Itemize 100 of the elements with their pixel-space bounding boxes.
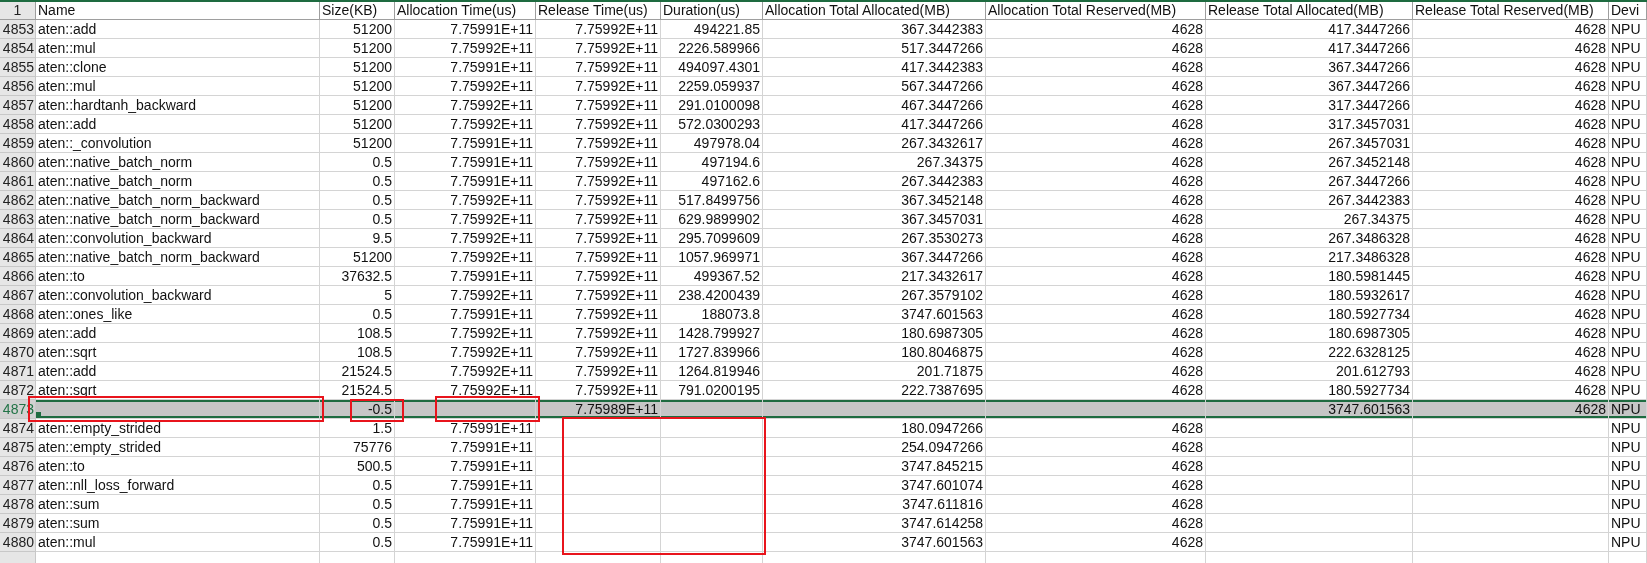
row-header[interactable]: 4862 bbox=[0, 191, 36, 210]
table-cell[interactable]: 51200 bbox=[320, 96, 395, 115]
table-cell[interactable]: 497978.04 bbox=[661, 134, 763, 153]
table-cell[interactable]: 417.3447266 bbox=[1206, 20, 1413, 39]
table-cell[interactable]: aten::convolution_backward bbox=[36, 229, 320, 248]
table-cell[interactable]: 4628 bbox=[986, 324, 1206, 343]
row-header[interactable]: 4869 bbox=[0, 324, 36, 343]
table-cell[interactable]: 4628 bbox=[986, 419, 1206, 438]
row-header[interactable]: 4876 bbox=[0, 457, 36, 476]
table-cell[interactable]: 7.75992E+11 bbox=[536, 153, 661, 172]
table-cell[interactable]: 1428.799927 bbox=[661, 324, 763, 343]
table-cell[interactable]: 317.3457031 bbox=[1206, 115, 1413, 134]
table-cell[interactable]: aten::native_batch_norm bbox=[36, 172, 320, 191]
table-cell[interactable]: aten::to bbox=[36, 267, 320, 286]
table-cell[interactable]: 51200 bbox=[320, 58, 395, 77]
table-cell[interactable] bbox=[536, 476, 661, 495]
row-header[interactable]: 4868 bbox=[0, 305, 36, 324]
table-cell[interactable]: 7.75992E+11 bbox=[536, 20, 661, 39]
table-cell[interactable]: 7.75991E+11 bbox=[395, 476, 536, 495]
table-cell[interactable] bbox=[1413, 438, 1609, 457]
table-cell[interactable]: 7.75992E+11 bbox=[536, 115, 661, 134]
table-cell[interactable]: 217.3432617 bbox=[763, 267, 986, 286]
table-cell[interactable]: NPU bbox=[1609, 381, 1647, 400]
table-cell[interactable]: aten::sum bbox=[36, 495, 320, 514]
table-cell[interactable]: 201.71875 bbox=[763, 362, 986, 381]
table-cell[interactable]: NPU bbox=[1609, 495, 1647, 514]
table-cell[interactable]: NPU bbox=[1609, 400, 1647, 419]
table-cell[interactable]: 1727.839966 bbox=[661, 343, 763, 362]
table-cell[interactable]: aten::add bbox=[36, 362, 320, 381]
table-cell[interactable]: 7.75992E+11 bbox=[536, 248, 661, 267]
table-cell[interactable]: NPU bbox=[1609, 305, 1647, 324]
table-cell[interactable]: 417.3442383 bbox=[763, 58, 986, 77]
row-header[interactable]: 4867 bbox=[0, 286, 36, 305]
table-cell[interactable]: 7.75992E+11 bbox=[536, 172, 661, 191]
table-cell[interactable] bbox=[1413, 495, 1609, 514]
table-cell[interactable]: 4628 bbox=[1413, 343, 1609, 362]
table-cell[interactable]: 267.3486328 bbox=[1206, 229, 1413, 248]
table-cell[interactable]: 4628 bbox=[1413, 191, 1609, 210]
table-cell[interactable]: 4628 bbox=[986, 514, 1206, 533]
table-cell[interactable]: 2259.059937 bbox=[661, 77, 763, 96]
table-cell[interactable]: 7.75992E+11 bbox=[395, 210, 536, 229]
table-cell[interactable]: 51200 bbox=[320, 134, 395, 153]
table-cell[interactable]: 180.0947266 bbox=[763, 419, 986, 438]
table-cell[interactable]: NPU bbox=[1609, 533, 1647, 552]
table-cell[interactable]: 4628 bbox=[1413, 58, 1609, 77]
row-header[interactable]: 4860 bbox=[0, 153, 36, 172]
table-cell[interactable]: 4628 bbox=[986, 248, 1206, 267]
table-cell[interactable]: 4628 bbox=[986, 267, 1206, 286]
table-cell[interactable]: NPU bbox=[1609, 514, 1647, 533]
table-cell[interactable]: 0.5 bbox=[320, 191, 395, 210]
table-cell[interactable]: 267.3530273 bbox=[763, 229, 986, 248]
table-cell[interactable]: 4628 bbox=[986, 533, 1206, 552]
table-cell[interactable]: 4628 bbox=[986, 476, 1206, 495]
table-cell[interactable]: 367.3447266 bbox=[1206, 58, 1413, 77]
table-cell[interactable]: 517.8499756 bbox=[661, 191, 763, 210]
table-cell[interactable]: 4628 bbox=[1413, 400, 1609, 419]
table-cell[interactable]: 7.75992E+11 bbox=[395, 115, 536, 134]
table-cell[interactable]: 7.75992E+11 bbox=[536, 343, 661, 362]
table-cell[interactable]: 7.75992E+11 bbox=[536, 286, 661, 305]
table-cell[interactable] bbox=[1413, 419, 1609, 438]
table-cell[interactable]: aten::native_batch_norm_backward bbox=[36, 191, 320, 210]
table-cell[interactable]: 4628 bbox=[986, 134, 1206, 153]
table-cell[interactable]: 4628 bbox=[1413, 77, 1609, 96]
table-cell[interactable]: 0.5 bbox=[320, 495, 395, 514]
table-cell[interactable]: 4628 bbox=[986, 77, 1206, 96]
table-cell[interactable]: 791.0200195 bbox=[661, 381, 763, 400]
table-cell[interactable]: aten::native_batch_norm_backward bbox=[36, 210, 320, 229]
table-cell[interactable]: 7.75992E+11 bbox=[536, 229, 661, 248]
table-cell[interactable] bbox=[1206, 476, 1413, 495]
table-cell[interactable]: 4628 bbox=[986, 58, 1206, 77]
table-cell[interactable]: NPU bbox=[1609, 248, 1647, 267]
table-cell[interactable]: 267.3452148 bbox=[1206, 153, 1413, 172]
table-cell[interactable]: 7.75992E+11 bbox=[536, 210, 661, 229]
table-cell[interactable]: 7.75991E+11 bbox=[395, 267, 536, 286]
table-cell[interactable]: 7.75992E+11 bbox=[536, 324, 661, 343]
table-cell[interactable]: 4628 bbox=[986, 438, 1206, 457]
table-cell[interactable]: 7.75991E+11 bbox=[395, 58, 536, 77]
table-cell[interactable]: 5 bbox=[320, 286, 395, 305]
table-cell[interactable]: 21524.5 bbox=[320, 362, 395, 381]
table-cell[interactable]: 3747.614258 bbox=[763, 514, 986, 533]
table-cell[interactable]: 7.75992E+11 bbox=[536, 267, 661, 286]
table-cell[interactable]: 3747.611816 bbox=[763, 495, 986, 514]
table-cell[interactable] bbox=[661, 514, 763, 533]
table-cell[interactable]: 4628 bbox=[1413, 229, 1609, 248]
table-cell[interactable]: 367.3447266 bbox=[1206, 77, 1413, 96]
table-cell[interactable]: 567.3447266 bbox=[763, 77, 986, 96]
table-cell[interactable]: NPU bbox=[1609, 267, 1647, 286]
table-cell[interactable]: 7.75991E+11 bbox=[395, 172, 536, 191]
table-cell[interactable]: NPU bbox=[1609, 286, 1647, 305]
table-cell[interactable]: 7.75991E+11 bbox=[395, 495, 536, 514]
table-cell[interactable]: 4628 bbox=[1413, 381, 1609, 400]
table-cell[interactable] bbox=[661, 495, 763, 514]
table-cell[interactable]: 367.3442383 bbox=[763, 20, 986, 39]
table-cell[interactable]: NPU bbox=[1609, 476, 1647, 495]
table-cell[interactable] bbox=[1413, 476, 1609, 495]
table-cell[interactable]: 494221.85 bbox=[661, 20, 763, 39]
table-cell[interactable]: 4628 bbox=[1413, 210, 1609, 229]
table-cell[interactable]: NPU bbox=[1609, 58, 1647, 77]
table-cell[interactable]: 51200 bbox=[320, 115, 395, 134]
table-cell[interactable]: 4628 bbox=[986, 153, 1206, 172]
